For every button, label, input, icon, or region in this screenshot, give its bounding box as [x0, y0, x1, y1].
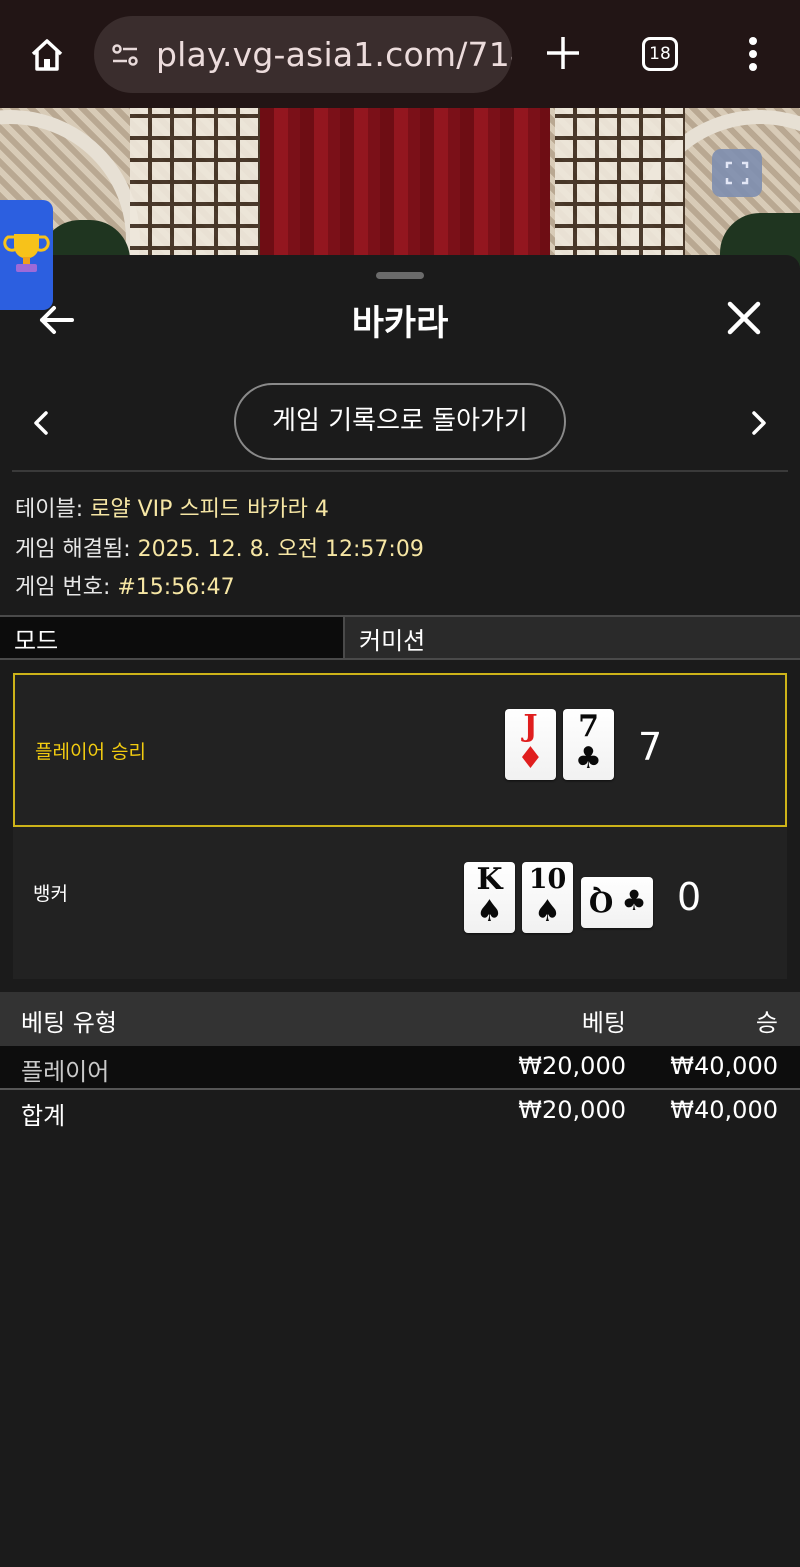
- card-rank: 7: [578, 709, 599, 744]
- banker-hand: 뱅커 K ♠ 10 ♠ Q ♣ 0: [13, 827, 787, 979]
- header-bet: 베팅: [581, 1009, 626, 1037]
- card-rank: K: [476, 862, 503, 897]
- player-result-label: 플레이어 승리: [35, 741, 146, 763]
- home-button[interactable]: [22, 30, 72, 80]
- background-lattice: [130, 108, 260, 268]
- header-win: 승: [755, 1009, 778, 1037]
- page-title: 바카라: [351, 304, 449, 344]
- background-lattice: [555, 108, 685, 268]
- card-suit: ♣: [621, 884, 647, 917]
- total-label-cell: 합계: [21, 1102, 66, 1130]
- banker-card-3-rotated: Q ♣: [581, 877, 653, 928]
- mode-cell: 모드: [0, 617, 345, 658]
- commission-cell: 커미션: [345, 617, 800, 658]
- chevron-left-icon[interactable]: [26, 403, 56, 443]
- chevron-right-icon[interactable]: [744, 403, 774, 443]
- bet-type-cell: 플레이어: [21, 1058, 110, 1086]
- mode-value: 커미션: [359, 627, 426, 655]
- bet-table-header: 베팅 유형 베팅 승: [0, 992, 800, 1046]
- win-amount-cell: ₩40,000: [670, 1052, 778, 1080]
- game-detail-sheet: 바카라 게임 기록으로 돌아가기 테이블: 로얄 VIP 스피드 바카라 4 게…: [0, 255, 800, 1567]
- card-suit: ♠: [476, 894, 503, 929]
- table-label: 테이블:: [15, 497, 84, 522]
- game-number-value: #15:56:47: [117, 575, 235, 600]
- resolved-info: 게임 해결됨: 2025. 12. 8. 오전 12:57:09: [15, 531, 424, 563]
- header-bet-type: 베팅 유형: [21, 1009, 117, 1037]
- banker-score: 0: [677, 875, 702, 919]
- fullscreen-button[interactable]: [712, 149, 762, 197]
- table-value: 로얄 VIP 스피드 바카라 4: [90, 497, 329, 522]
- trophy-button[interactable]: [0, 200, 53, 310]
- table-total-row: 합계 ₩20,000 ₩40,000: [0, 1088, 800, 1130]
- home-icon: [31, 39, 63, 71]
- card-suit: ♣: [575, 741, 602, 776]
- game-number-info: 게임 번호: #15:56:47: [15, 569, 235, 601]
- banker-card-1: K ♠: [464, 862, 515, 933]
- mode-row: 모드 커미션: [0, 615, 800, 660]
- tabs-icon[interactable]: 18: [642, 37, 678, 71]
- background-curtain: [260, 108, 550, 268]
- more-vert-icon[interactable]: [738, 32, 768, 76]
- banker-card-2: 10 ♠: [522, 862, 573, 933]
- resolved-label: 게임 해결됨:: [15, 537, 131, 562]
- total-bet-cell: ₩20,000: [518, 1096, 626, 1124]
- game-number-label: 게임 번호:: [15, 575, 111, 600]
- resolved-value: 2025. 12. 8. 오전 12:57:09: [137, 537, 424, 562]
- mode-label: 모드: [14, 627, 59, 655]
- card-rank: J: [523, 709, 538, 744]
- trophy-icon: [3, 234, 50, 272]
- player-card-2: 7 ♣: [563, 709, 614, 780]
- back-to-history-button[interactable]: 게임 기록으로 돌아가기: [234, 383, 566, 460]
- address-bar[interactable]: play.vg-asia1.com/714: [94, 16, 512, 93]
- sheet-drag-handle[interactable]: [376, 272, 424, 279]
- table-info: 테이블: 로얄 VIP 스피드 바카라 4: [15, 491, 329, 523]
- player-score: 7: [638, 725, 663, 769]
- plus-icon[interactable]: [540, 30, 586, 76]
- player-card-1: J ♦: [505, 709, 556, 780]
- banker-label: 뱅커: [33, 883, 68, 905]
- divider: [12, 470, 788, 472]
- bet-amount-cell: ₩20,000: [518, 1052, 626, 1080]
- site-info-icon[interactable]: [110, 40, 140, 70]
- browser-toolbar: play.vg-asia1.com/714 18: [0, 0, 800, 108]
- game-video-background: [0, 108, 800, 268]
- card-rank: 10: [528, 864, 567, 895]
- player-hand: 플레이어 승리 J ♦ 7 ♣ 7: [13, 673, 787, 827]
- card-suit: ♦: [517, 741, 544, 776]
- url-text[interactable]: play.vg-asia1.com/714: [156, 35, 512, 74]
- card-suit: ♠: [534, 894, 561, 929]
- close-icon[interactable]: [722, 296, 766, 340]
- card-rank: Q: [588, 885, 614, 918]
- table-row: 플레이어 ₩20,000 ₩40,000: [0, 1046, 800, 1088]
- total-win-cell: ₩40,000: [670, 1096, 778, 1124]
- fullscreen-icon: [725, 161, 749, 185]
